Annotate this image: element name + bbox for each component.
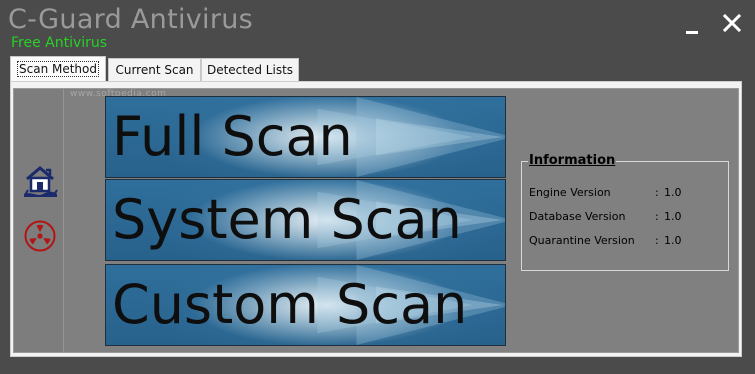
sidebar-item-radiation[interactable]: [22, 219, 58, 253]
quarantine-version-value: 1.0: [664, 234, 682, 247]
close-icon: [722, 13, 742, 33]
app-subtitle: Free Antivirus: [11, 35, 108, 51]
tab-label: Detected Lists: [206, 63, 294, 77]
engine-version-value: 1.0: [664, 186, 682, 199]
engine-version-label: Engine Version: [529, 186, 611, 199]
sidebar: [14, 89, 64, 352]
full-scan-label: Full Scan: [112, 105, 353, 168]
custom-scan-label: Custom Scan: [112, 273, 468, 336]
minimize-button[interactable]: [684, 14, 702, 36]
tab-scan-method[interactable]: Scan Method: [10, 56, 106, 81]
scan-method-panel: www.softpedia.com Full Scan System Scan: [13, 88, 739, 353]
quarantine-version-separator: :: [655, 234, 659, 247]
custom-scan-button[interactable]: Custom Scan: [105, 264, 506, 346]
home-icon: [24, 166, 58, 197]
close-button[interactable]: [721, 12, 743, 34]
quarantine-version-label: Quarantine Version: [529, 234, 635, 247]
engine-version-separator: :: [655, 186, 659, 199]
app-title: C-Guard Antivirus: [8, 4, 254, 35]
full-scan-button[interactable]: Full Scan: [105, 96, 506, 178]
tab-current-scan[interactable]: Current Scan: [108, 58, 201, 81]
information-title: Information: [528, 153, 617, 169]
system-scan-button[interactable]: System Scan: [105, 179, 506, 261]
tab-label: Current Scan: [115, 63, 194, 77]
database-version-label: Database Version: [529, 210, 626, 223]
tab-label: Scan Method: [17, 61, 99, 77]
radiation-icon: [24, 220, 56, 252]
tab-detected-lists[interactable]: Detected Lists: [201, 58, 299, 81]
information-group: Information Engine Version : 1.0 Databas…: [521, 153, 729, 271]
database-version-value: 1.0: [664, 210, 682, 223]
sidebar-item-home[interactable]: [23, 164, 59, 198]
system-scan-label: System Scan: [112, 188, 462, 251]
app-window: C-Guard Antivirus Free Antivirus Scan Me…: [0, 0, 755, 374]
database-version-separator: :: [655, 210, 659, 223]
